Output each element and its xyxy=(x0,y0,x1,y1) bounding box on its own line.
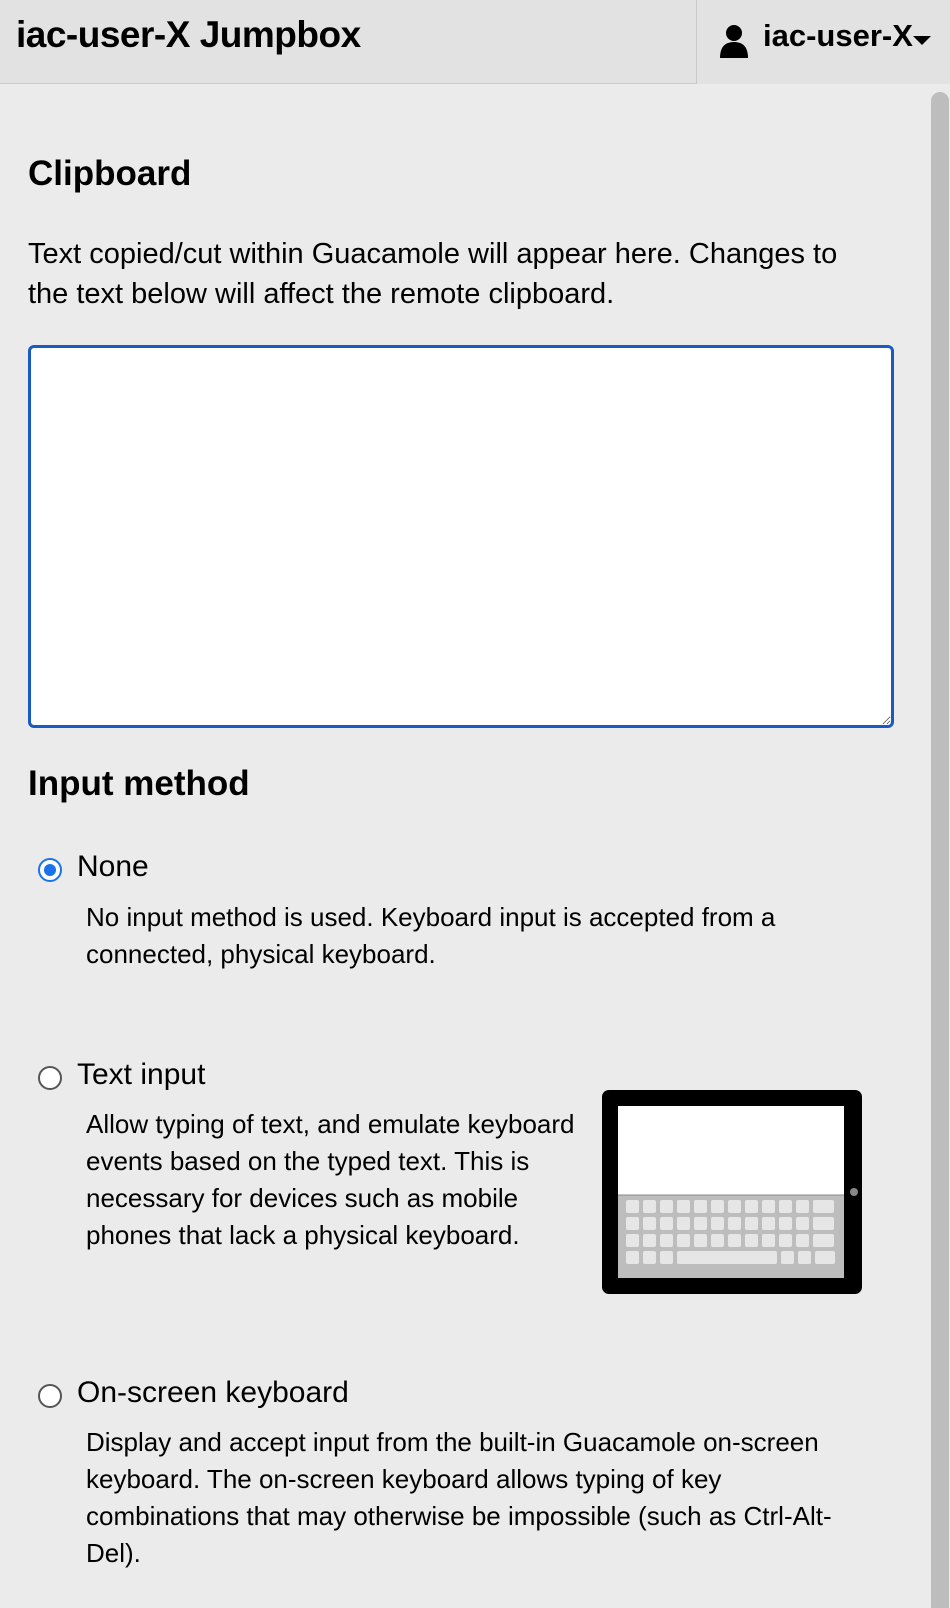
option-label-none[interactable]: None xyxy=(77,850,149,884)
option-label-text-input[interactable]: Text input xyxy=(77,1058,205,1092)
user-icon xyxy=(720,25,748,58)
header: iac-user-X Jumpbox iac-user-X xyxy=(0,0,950,84)
clipboard-description: Text copied/cut within Guacamole will ap… xyxy=(28,238,838,310)
option-label-on-screen-keyboard[interactable]: On-screen keyboard xyxy=(77,1376,349,1410)
input-method-heading: Input method xyxy=(28,764,250,803)
sidebar-menu-panel: Clipboard Text copied/cut within Guacamo… xyxy=(0,84,925,1608)
radio-text-input[interactable] xyxy=(38,1066,62,1090)
option-description-none: No input method is used. Keyboard input … xyxy=(86,902,776,969)
option-description-on-screen-keyboard: Display and accept input from the built-… xyxy=(86,1427,832,1568)
user-menu-button[interactable]: iac-user-X xyxy=(696,0,950,84)
username-label: iac-user-X xyxy=(763,18,913,53)
tablet-keyboard-illustration xyxy=(602,1090,862,1294)
app-title: iac-user-X Jumpbox xyxy=(16,14,361,55)
clipboard-heading: Clipboard xyxy=(28,154,192,193)
radio-on-screen-keyboard[interactable] xyxy=(38,1384,62,1408)
radio-none[interactable] xyxy=(38,858,62,882)
scrollbar-thumb[interactable] xyxy=(931,92,949,1608)
clipboard-textarea[interactable] xyxy=(28,345,894,728)
chevron-down-icon xyxy=(913,36,931,45)
option-description-text-input: Allow typing of text, and emulate keyboa… xyxy=(86,1109,575,1250)
